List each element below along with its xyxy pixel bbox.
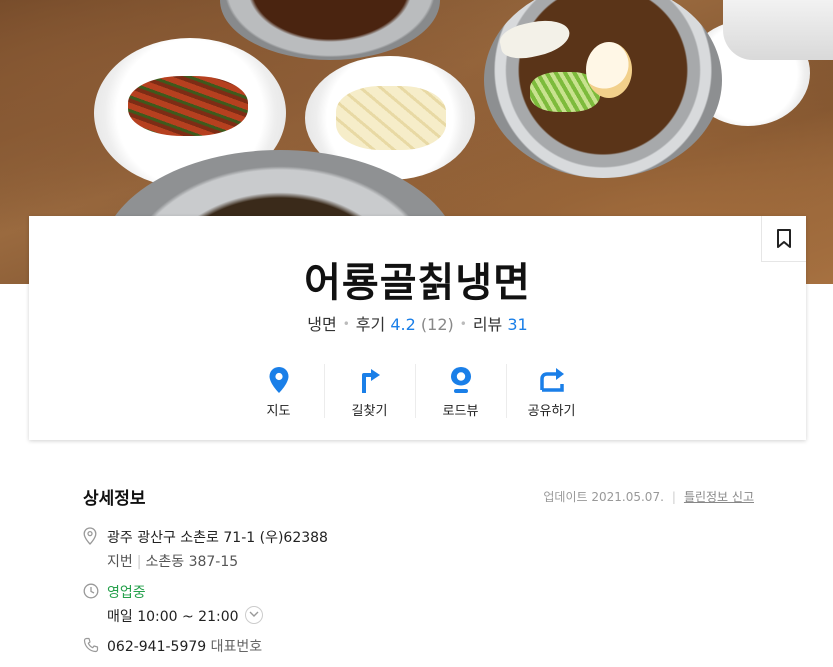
lot-address-line: 지번 | 소촌동 387-15 [107, 551, 238, 571]
separator-dot: • [459, 317, 467, 331]
map-button[interactable]: 지도 [233, 364, 324, 420]
address-row: 광주 광산구 소촌로 71-1 (우)62388 지번 | 소촌동 387-15 [83, 527, 383, 575]
share-button-label: 공유하기 [527, 404, 576, 419]
clock-icon [83, 583, 99, 599]
divider: | [671, 490, 676, 504]
location-pin-icon [83, 527, 97, 545]
place-meta: 냉면 • 후기 4.2 (12) • 리뷰 31 [29, 311, 806, 335]
phone-icon [83, 637, 99, 653]
phone-row: 062-941-5979 대표번호 [83, 636, 383, 658]
roadview-icon [450, 367, 471, 393]
detail-section-title: 상세정보 [83, 489, 146, 509]
egg-topping [586, 42, 632, 98]
roadview-button[interactable]: 로드뷰 [415, 364, 506, 420]
hours-row: 영업중 매일 10:00 ~ 21:00 [83, 582, 383, 630]
map-button-label: 지도 [266, 404, 291, 419]
rating-score[interactable]: 4.2 [390, 315, 415, 334]
phone-tag: 대표번호 [210, 639, 263, 655]
bowl-image [220, 0, 440, 60]
action-bar: 지도 길찾기 로드뷰 공유하기 [233, 364, 601, 420]
report-error-link[interactable]: 틀린정보 신고 [684, 490, 754, 504]
pickled-radish-side-dish [336, 86, 446, 150]
phone-number[interactable]: 062-941-5979 [107, 639, 206, 655]
divider: | [136, 554, 142, 570]
hours-line: 매일 10:00 ~ 21:00 [107, 606, 263, 626]
place-category: 냉면 [307, 315, 337, 334]
separator-dot: • [342, 317, 350, 331]
directions-button-label: 길찾기 [351, 404, 388, 419]
blog-review-label[interactable]: 리뷰 [473, 315, 502, 334]
place-name: 어룡골칡냉면 [304, 260, 531, 306]
road-address: 광주 광산구 소촌로 71-1 (우)62388 [107, 530, 328, 546]
lot-address: 소촌동 387-15 [145, 554, 239, 570]
expand-hours-button[interactable] [244, 606, 263, 624]
share-icon [539, 368, 564, 392]
directions-button[interactable]: 길찾기 [324, 364, 415, 420]
place-info-card: 어룡골칡냉면 냉면 • 후기 4.2 (12) • 리뷰 31 지도 길찾기 로… [29, 216, 806, 440]
business-status: 영업중 [107, 585, 146, 601]
map-pin-icon [269, 367, 288, 393]
kimchi-side-dish [128, 76, 248, 136]
share-button[interactable]: 공유하기 [506, 364, 597, 420]
bookmark-icon [777, 228, 791, 248]
review-label[interactable]: 후기 [356, 315, 385, 334]
update-info: 업데이트 2021.05.07. | 틀린정보 신고 [543, 488, 754, 505]
directions-icon [361, 369, 380, 393]
roadview-button-label: 로드뷰 [442, 404, 479, 419]
updated-date: 업데이트 2021.05.07. [543, 490, 664, 504]
blog-review-count[interactable]: 31 [507, 315, 527, 334]
chevron-down-icon [249, 611, 259, 617]
business-hours: 매일 10:00 ~ 21:00 [107, 609, 239, 625]
phone-line: 062-941-5979 대표번호 [107, 636, 262, 656]
rating-count[interactable]: (12) [421, 315, 454, 334]
lot-label: 지번 [107, 554, 133, 570]
water-cup [723, 0, 833, 60]
